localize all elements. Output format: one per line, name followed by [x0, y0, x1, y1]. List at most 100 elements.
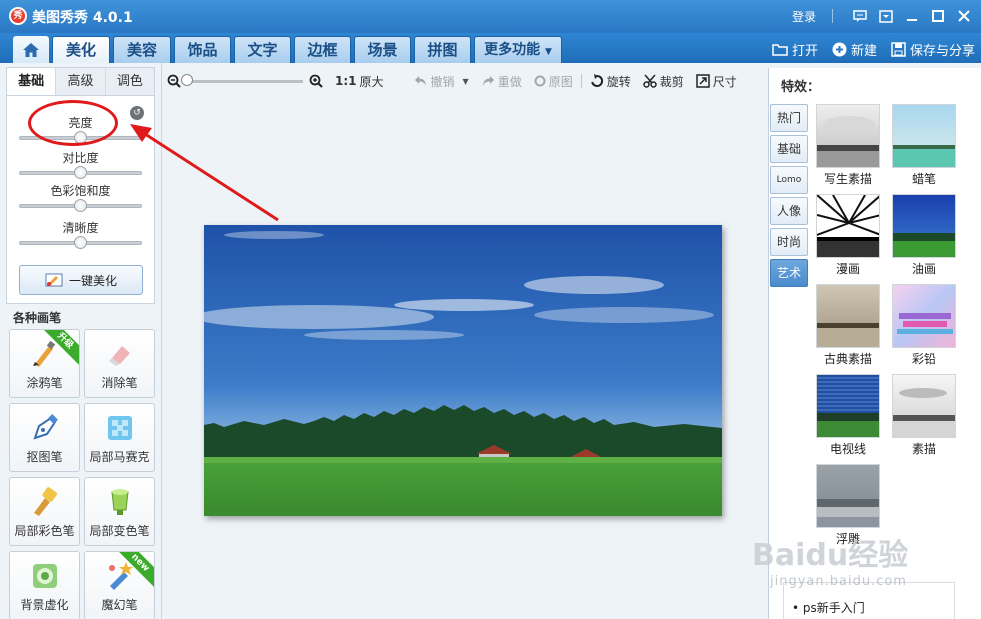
open-label: 打开	[791, 43, 818, 59]
category-popular[interactable]: 热门	[770, 104, 808, 132]
maximize-icon[interactable]	[929, 7, 947, 25]
redo-icon	[482, 76, 494, 86]
save-icon	[891, 41, 906, 57]
effect-pencil-sketch-label: 素描	[911, 442, 936, 456]
effect-classic-sketch-thumb	[816, 284, 880, 348]
cutout-brush-label: 抠图笔	[26, 450, 63, 464]
category-basic[interactable]: 基础	[770, 135, 808, 163]
category-art[interactable]: 艺术	[770, 259, 808, 287]
auto-beautify-button[interactable]: 一键美化	[19, 265, 143, 295]
undo-label: 撤销	[430, 74, 455, 89]
redo-button[interactable]: 重做	[481, 73, 522, 90]
titlebar-divider	[832, 9, 833, 23]
effect-crayon[interactable]: 蜡笔	[892, 104, 956, 186]
mosaic-icon	[108, 416, 132, 440]
color-brush-button[interactable]: 局部彩色笔	[9, 477, 80, 546]
effect-oil-painting[interactable]: 油画	[892, 194, 956, 276]
tab-border[interactable]: 边框	[294, 36, 351, 63]
category-lomo[interactable]: Lomo	[770, 166, 808, 194]
effect-crayon-thumb	[892, 104, 956, 168]
annotation-arrow	[130, 124, 279, 222]
tab-basic[interactable]: 基础	[7, 68, 57, 95]
graffiti-brush-button[interactable]: 升级 涂鸦笔	[9, 329, 80, 398]
plus-circle-icon	[832, 42, 847, 56]
close-icon[interactable]	[955, 7, 973, 25]
tab-color[interactable]: 调色	[106, 68, 154, 95]
crop-label: 裁剪	[659, 74, 684, 89]
eraser-brush-button[interactable]: 消除笔	[84, 329, 155, 398]
magic-brush-button[interactable]: new 魔幻笔	[84, 551, 155, 619]
zoom-in-icon[interactable]	[309, 74, 323, 88]
contrast-thumb[interactable]	[74, 166, 87, 179]
effect-color-pencil[interactable]: 彩铅	[892, 284, 956, 366]
tab-beautify[interactable]: 美化	[52, 36, 110, 63]
message-icon[interactable]	[851, 7, 869, 25]
tab-more-label: 更多功能	[484, 42, 541, 58]
crop-button[interactable]: 裁剪	[642, 73, 684, 90]
cutout-brush-button[interactable]: 抠图笔	[9, 403, 80, 472]
zoom-out-icon[interactable]	[167, 74, 181, 88]
effect-sketch-thumb	[816, 104, 880, 168]
background-blur-label: 背景虚化	[20, 598, 69, 612]
tab-text[interactable]: 文字	[234, 36, 291, 63]
original-button[interactable]: 原图	[534, 73, 573, 90]
effect-comic[interactable]: 漫画	[816, 194, 880, 276]
effect-oil-painting-thumb	[892, 194, 956, 258]
watermark-logo: Baidu经验	[752, 538, 909, 573]
zoom-thumb[interactable]	[181, 73, 193, 86]
saturation-thumb[interactable]	[74, 199, 87, 212]
effect-sketch[interactable]: 写生素描	[816, 104, 880, 186]
tips-link[interactable]: ps新手入门	[803, 601, 865, 615]
effect-emboss-thumb	[816, 464, 880, 528]
undo-button[interactable]: 撤销	[414, 73, 455, 90]
save-share-button[interactable]: 保存与分享	[891, 40, 975, 59]
original-label: 原图	[548, 74, 573, 89]
category-fashion[interactable]: 时尚	[770, 228, 808, 256]
zoom-slider[interactable]	[181, 73, 303, 86]
effect-comic-thumb	[816, 194, 880, 258]
effect-pencil-sketch[interactable]: 素描	[892, 374, 956, 456]
toolbar-divider	[580, 74, 582, 88]
photo-landscape[interactable]	[204, 225, 722, 516]
login-link[interactable]: 登录	[792, 8, 816, 25]
recolor-brush-button[interactable]: 局部变色笔	[84, 477, 155, 546]
new-label: 新建	[850, 43, 877, 59]
mosaic-brush-button[interactable]: 局部马赛克	[84, 403, 155, 472]
bullet-icon: •	[792, 601, 803, 615]
resize-label: 尺寸	[712, 74, 737, 89]
effect-tv-lines[interactable]: 电视线	[816, 374, 880, 456]
tab-accessories[interactable]: 饰品	[174, 36, 231, 63]
tab-face[interactable]: 美容	[113, 36, 171, 63]
magic-brush-label: 魔幻笔	[101, 598, 138, 612]
tab-collage[interactable]: 拼图	[414, 36, 471, 63]
undo-history-dropdown[interactable]: ▼	[463, 77, 469, 86]
effect-categories: 热门 基础 Lomo 人像 时尚 艺术	[770, 104, 810, 290]
tab-advanced[interactable]: 高级	[56, 68, 106, 95]
effect-classic-sketch-label: 古典素描	[823, 352, 872, 366]
annotation-ellipse	[28, 100, 118, 146]
effect-tv-lines-label: 电视线	[829, 442, 866, 456]
sharpness-thumb[interactable]	[74, 236, 87, 249]
new-button[interactable]: 新建	[832, 40, 877, 59]
background-blur-button[interactable]: 背景虚化	[9, 551, 80, 619]
tab-more[interactable]: 更多功能 ▼	[474, 36, 562, 63]
save-share-label: 保存与分享	[909, 43, 975, 59]
tab-scene[interactable]: 场景	[354, 36, 411, 63]
home-tab[interactable]	[13, 36, 49, 63]
scissors-icon	[642, 74, 657, 88]
effect-classic-sketch[interactable]: 古典素描	[816, 284, 880, 366]
brushes-title: 各种画笔	[13, 311, 62, 325]
open-button[interactable]: 打开	[772, 40, 818, 59]
category-portrait[interactable]: 人像	[770, 197, 808, 225]
color-brush-icon	[34, 487, 57, 516]
skin-menu-icon[interactable]	[877, 7, 895, 25]
minimize-icon[interactable]	[903, 7, 921, 25]
resize-button[interactable]: 尺寸	[696, 73, 737, 90]
effect-sketch-label: 写生素描	[823, 172, 872, 186]
rotate-icon	[590, 74, 603, 87]
actual-size-button[interactable]: 1:1 原大	[335, 73, 384, 90]
rotate-button[interactable]: 旋转	[590, 73, 631, 90]
original-icon	[534, 75, 546, 87]
blur-icon	[33, 564, 57, 588]
effect-color-pencil-thumb	[892, 284, 956, 348]
